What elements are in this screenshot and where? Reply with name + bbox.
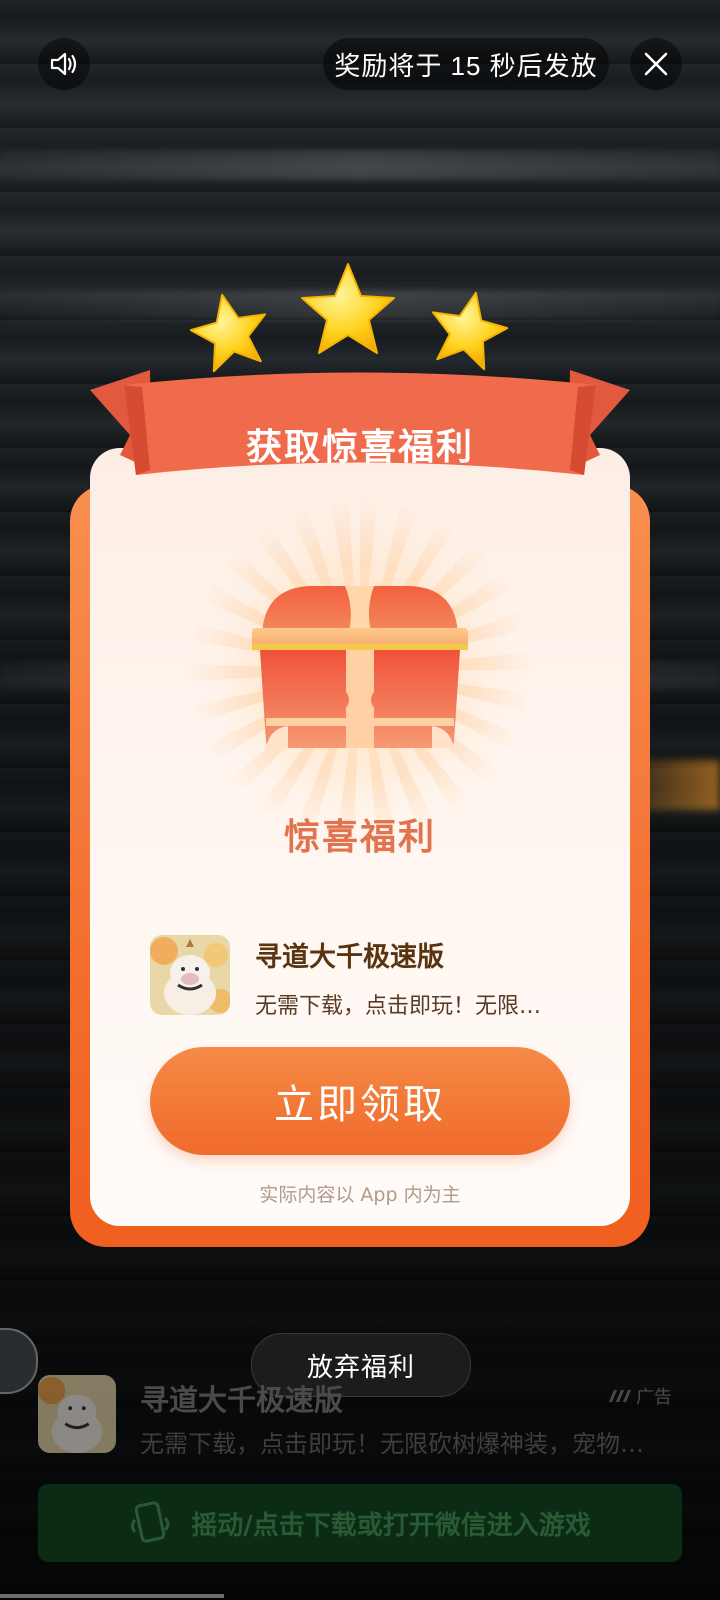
ad-logo-icon	[609, 1390, 631, 1402]
treasure-chest-icon	[252, 586, 468, 748]
app-name: 寻道大千极速版	[255, 942, 444, 973]
close-icon	[644, 52, 668, 76]
ad-app-description: 无需下载，点击即玩！无限砍树爆神装，宠物…	[140, 1430, 644, 1458]
app-description: 无需下载，点击即玩！无限…	[255, 994, 542, 1019]
reward-title: 惊喜福利	[283, 817, 436, 858]
video-progress-bar	[0, 1594, 224, 1598]
claim-now-button[interactable]: 立即领取	[150, 1047, 570, 1155]
phone-shake-icon	[131, 1501, 170, 1543]
rating-stars	[190, 263, 509, 373]
ad-app-icon[interactable]	[38, 1375, 116, 1453]
ad-app-name: 寻道大千极速版	[140, 1383, 344, 1417]
app-icon[interactable]	[150, 935, 230, 1015]
star-icon	[190, 293, 267, 373]
sound-toggle-button[interactable]	[38, 38, 90, 90]
reward-countdown: 奖励将于 15 秒后发放	[323, 38, 609, 90]
speaker-icon	[50, 52, 77, 76]
ad-label: 广告	[608, 1383, 672, 1409]
download-or-open-button[interactable]: 摇动/点击下载或打开微信进入游戏	[38, 1484, 682, 1562]
download-label: 摇动/点击下载或打开微信进入游戏	[191, 1510, 591, 1541]
star-icon	[431, 291, 509, 371]
disclaimer-text: 实际内容以 App 内为主	[259, 1184, 461, 1206]
pig-character-icon	[150, 935, 230, 1015]
background-blur-streak	[0, 150, 720, 180]
ad-label-text: 广告	[636, 1387, 672, 1408]
pig-character-icon	[38, 1375, 116, 1453]
ribbon-title: 获取惊喜福利	[245, 427, 474, 468]
close-button[interactable]	[630, 38, 682, 90]
star-icon	[301, 263, 395, 354]
